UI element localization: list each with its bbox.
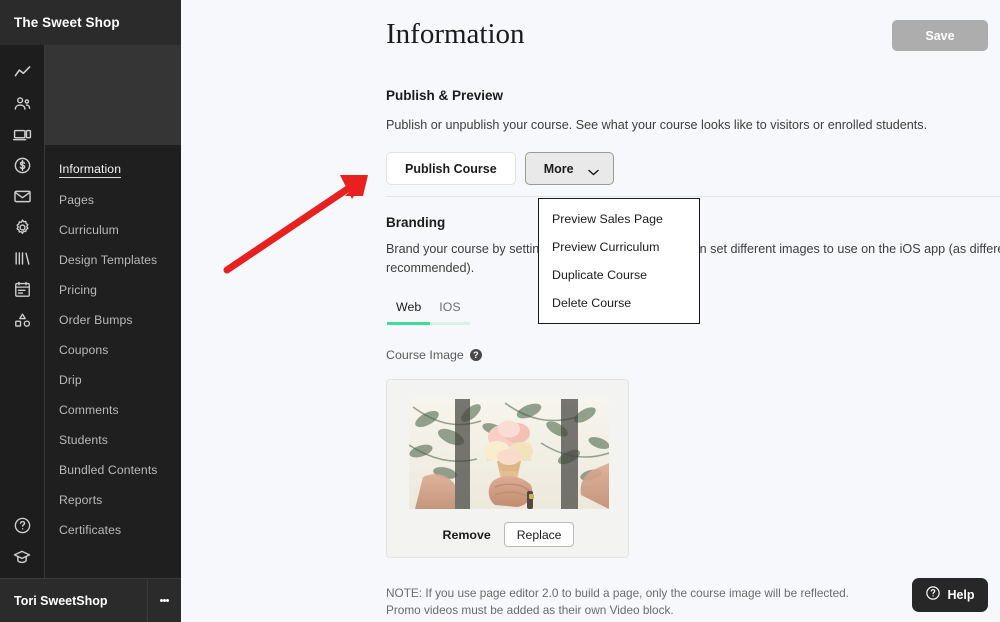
- user-name: Tori SweetShop: [14, 593, 108, 608]
- sidebar-item-label: Information: [59, 162, 122, 178]
- brand-bar[interactable]: The Sweet Shop: [0, 0, 181, 45]
- sidebar-item-curriculum[interactable]: Curriculum: [45, 215, 181, 245]
- menu-item-preview-curriculum[interactable]: Preview Curriculum: [539, 233, 699, 261]
- publish-section-description: Publish or unpublish your course. See wh…: [386, 118, 928, 132]
- nav-list: Information Pages Curriculum Design Temp…: [45, 145, 181, 545]
- library-books-icon[interactable]: [0, 243, 44, 274]
- calendar-icon[interactable]: [0, 274, 44, 305]
- site-icon[interactable]: [0, 119, 44, 150]
- sidebar-item-pages[interactable]: Pages: [45, 185, 181, 215]
- sidebar-item-label: Coupons: [59, 343, 109, 357]
- course-image-label-text: Course Image: [386, 348, 464, 362]
- help-circle-icon: [925, 585, 941, 606]
- sidebar-item-information[interactable]: Information: [45, 155, 181, 185]
- sidebar-item-comments[interactable]: Comments: [45, 395, 181, 425]
- course-image-card: Remove Replace: [386, 379, 629, 558]
- icon-rail: [0, 45, 44, 578]
- more-button-label: More: [543, 161, 574, 176]
- branding-section-title: Branding: [386, 215, 446, 230]
- settings-gear-icon[interactable]: [0, 212, 44, 243]
- email-icon[interactable]: [0, 181, 44, 212]
- help-circle-icon[interactable]: [0, 510, 44, 541]
- section-divider: [386, 196, 1000, 197]
- more-dropdown-menu: Preview Sales Page Preview Curriculum Du…: [538, 198, 700, 324]
- note-line-2: Promo videos must be added as their own …: [386, 603, 674, 617]
- sidebar-body: Information Pages Curriculum Design Temp…: [0, 45, 181, 578]
- chevron-down-icon: [587, 165, 599, 176]
- branding-tabs: Web IOS: [387, 300, 470, 325]
- remove-image-button[interactable]: Remove: [443, 528, 491, 542]
- sidebar-item-bundled-contents[interactable]: Bundled Contents: [45, 455, 181, 485]
- user-bar[interactable]: Tori SweetShop: [0, 578, 181, 622]
- publish-button-row: Publish Course More: [386, 152, 614, 185]
- help-widget-label: Help: [947, 588, 975, 602]
- note-line-1: NOTE: If you use page editor 2.0 to buil…: [386, 586, 849, 600]
- sidebar-item-label: Design Templates: [59, 253, 158, 267]
- rail-bottom-icons: [0, 510, 44, 572]
- menu-item-delete-course[interactable]: Delete Course: [539, 289, 699, 317]
- sidebar-item-label: Comments: [59, 403, 119, 417]
- save-button[interactable]: Save: [892, 20, 988, 51]
- sidebar-item-design-templates[interactable]: Design Templates: [45, 245, 181, 275]
- page-title: Information: [386, 18, 525, 50]
- help-tooltip-icon[interactable]: ?: [469, 349, 482, 361]
- brand-title: The Sweet Shop: [14, 15, 120, 30]
- sidebar-item-label: Certificates: [59, 523, 122, 537]
- sidebar-item-label: Order Bumps: [59, 313, 133, 327]
- sidebar-item-label: Pages: [59, 193, 95, 207]
- sidebar-item-label: Students: [59, 433, 108, 447]
- sidebar-item-reports[interactable]: Reports: [45, 485, 181, 515]
- tab-web[interactable]: Web: [387, 300, 431, 325]
- nav-header-block: [45, 45, 181, 145]
- publish-course-button[interactable]: Publish Course: [386, 152, 516, 185]
- tab-ios[interactable]: IOS: [430, 300, 470, 325]
- sidebar-item-order-bumps[interactable]: Order Bumps: [45, 305, 181, 335]
- sidebar: The Sweet Shop Information Pages Curricu…: [0, 0, 181, 622]
- sidebar-item-pricing[interactable]: Pricing: [45, 275, 181, 305]
- sidebar-item-drip[interactable]: Drip: [45, 365, 181, 395]
- app-root: The Sweet Shop Information Pages Curricu…: [0, 0, 1000, 622]
- kebab-menu-icon[interactable]: [147, 578, 181, 622]
- graduation-cap-icon[interactable]: [0, 541, 44, 572]
- more-dropdown-button[interactable]: More: [524, 152, 614, 185]
- main-content: Information Save Publish & Preview Publi…: [181, 0, 1000, 622]
- sidebar-item-label: Pricing: [59, 283, 97, 297]
- note-text: NOTE: If you use page editor 2.0 to buil…: [386, 585, 849, 619]
- menu-item-preview-sales-page[interactable]: Preview Sales Page: [539, 205, 699, 233]
- sidebar-item-label: Bundled Contents: [59, 463, 158, 477]
- sidebar-item-students[interactable]: Students: [45, 425, 181, 455]
- nav-column: Information Pages Curriculum Design Temp…: [44, 45, 181, 578]
- course-image-actions: Remove Replace: [387, 522, 630, 547]
- course-image-thumbnail: [409, 399, 609, 509]
- analytics-icon[interactable]: [0, 57, 44, 88]
- sidebar-item-certificates[interactable]: Certificates: [45, 515, 181, 545]
- sidebar-item-label: Drip: [59, 373, 82, 387]
- help-widget-button[interactable]: Help: [912, 578, 988, 612]
- sidebar-item-label: Curriculum: [59, 223, 119, 237]
- replace-image-button[interactable]: Replace: [503, 522, 575, 547]
- apps-shapes-icon[interactable]: [0, 305, 44, 336]
- publish-section-title: Publish & Preview: [386, 88, 504, 103]
- audience-icon[interactable]: [0, 88, 44, 119]
- sidebar-item-coupons[interactable]: Coupons: [45, 335, 181, 365]
- sidebar-item-label: Reports: [59, 493, 103, 507]
- sales-dollar-icon[interactable]: [0, 150, 44, 181]
- menu-item-duplicate-course[interactable]: Duplicate Course: [539, 261, 699, 289]
- course-image-label: Course Image ?: [386, 348, 482, 362]
